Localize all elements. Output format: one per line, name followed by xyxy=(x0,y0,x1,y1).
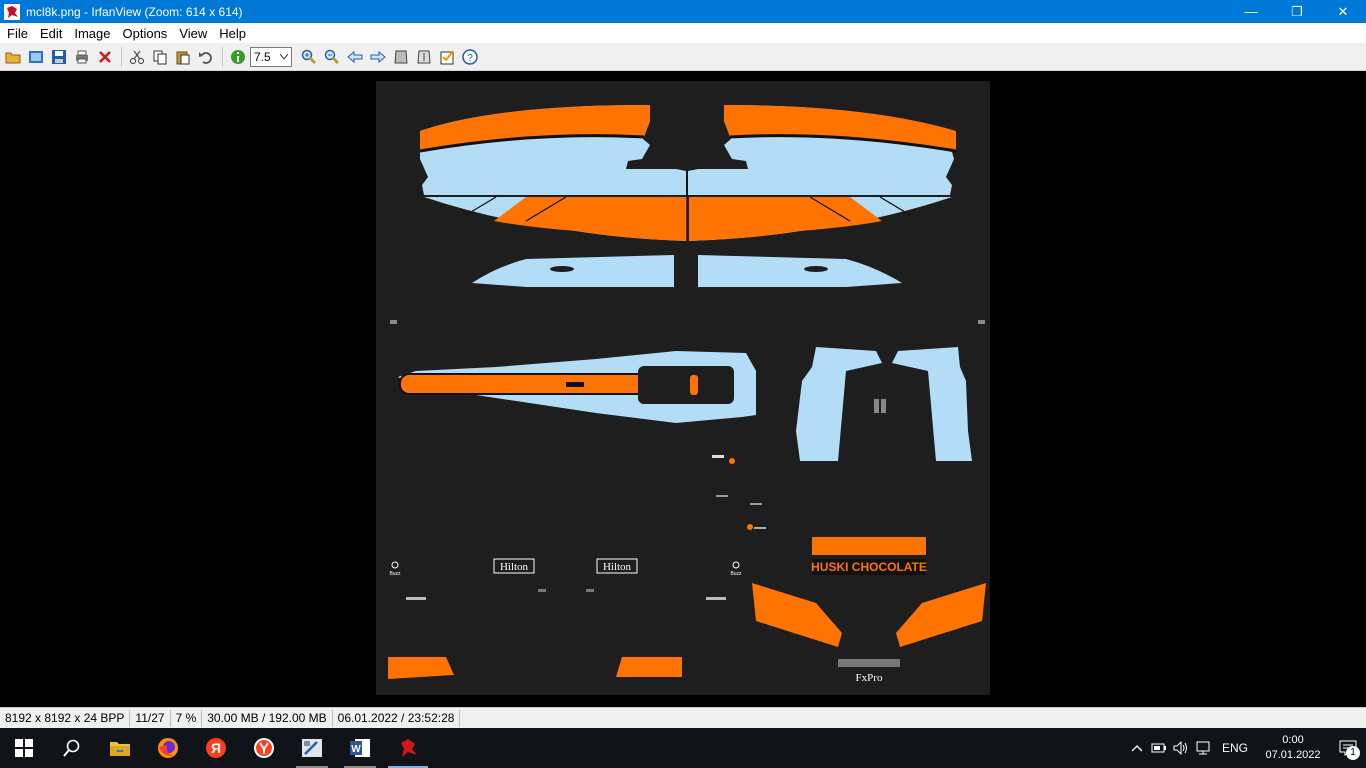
buzz-icon-1 xyxy=(391,561,399,569)
buzz-label-1: Buzz xyxy=(389,571,401,577)
svg-text:W: W xyxy=(351,744,361,755)
hilton-label-2: Hilton xyxy=(603,561,632,573)
irfanview-app-icon[interactable] xyxy=(4,3,20,20)
save-icon[interactable] xyxy=(48,46,69,68)
zoom-value: 7.5 xyxy=(254,49,271,64)
status-zoom: 7 % xyxy=(171,709,203,727)
status-datetime: 06.01.2022 / 23:52:28 xyxy=(333,709,461,727)
clock-date: 07.01.2022 xyxy=(1265,749,1321,761)
hilton-label-1: Hilton xyxy=(500,561,529,573)
zoom-select[interactable]: 7.5 xyxy=(250,46,292,67)
huski-chocolate-label: HUSKI CHOCOLATE xyxy=(811,560,927,574)
sidepod-shape xyxy=(398,351,756,423)
taskbar: Я W ENG 0:00 07.01.2022 1 xyxy=(0,728,1366,768)
status-bar: 8192 x 8192 x 24 BPP 11/27 7 % 30.00 MB … xyxy=(0,707,1366,728)
tiny-decal xyxy=(586,589,594,592)
help-icon[interactable]: ? xyxy=(459,46,480,68)
language-indicator[interactable]: ENG xyxy=(1222,741,1248,755)
marker-right xyxy=(978,320,985,324)
menu-options[interactable]: Options xyxy=(118,26,173,41)
clock[interactable]: 0:00 07.01.2022 xyxy=(1256,733,1330,763)
open-folder-icon[interactable] xyxy=(2,46,23,68)
svg-text:?: ? xyxy=(467,53,473,64)
small-decals xyxy=(712,455,766,530)
properties-icon[interactable] xyxy=(436,46,457,68)
fxpro-label: FxPro xyxy=(856,672,883,684)
volume-icon[interactable] xyxy=(1170,741,1192,755)
battery-icon[interactable] xyxy=(1148,742,1170,754)
chevron-up-icon[interactable] xyxy=(1126,744,1148,752)
irfanview-icon[interactable] xyxy=(384,728,432,768)
clock-time: 0:00 xyxy=(1282,734,1304,746)
toolbar-separator xyxy=(222,46,223,67)
tiny-decal xyxy=(706,597,726,600)
network-icon[interactable] xyxy=(1192,741,1214,755)
livery-texture-drawing: HUSKI CHOCOLATE Hilton Hilton Buzz Buzz xyxy=(388,105,986,684)
paste-icon[interactable] xyxy=(172,46,193,68)
status-index: 11/27 xyxy=(130,709,171,727)
window-title: mcl8k.png - IrfanView (Zoom: 614 x 614) xyxy=(26,4,243,19)
tiny-decal xyxy=(406,597,426,600)
marker-left xyxy=(390,320,397,324)
print-icon[interactable] xyxy=(71,46,92,68)
delete-icon[interactable] xyxy=(94,46,115,68)
cut-icon[interactable] xyxy=(126,46,147,68)
chevron-down-icon xyxy=(280,53,288,60)
start-icon[interactable] xyxy=(0,728,48,768)
engine-cover-shape xyxy=(796,347,972,461)
menu-view[interactable]: View xyxy=(174,26,212,41)
thumbnails-icon[interactable] xyxy=(25,46,46,68)
zoom-out-icon[interactable] xyxy=(321,46,342,68)
toolbar-separator xyxy=(121,46,122,67)
last-icon[interactable] xyxy=(413,46,434,68)
undo-icon[interactable] xyxy=(195,46,216,68)
yandex-browser-icon[interactable] xyxy=(240,728,288,768)
menu-bar: File Edit Image Options View Help xyxy=(0,23,1366,43)
system-tray: ENG 0:00 07.01.2022 1 xyxy=(1126,728,1366,768)
status-memory: 30.00 MB / 192.00 MB xyxy=(202,709,333,727)
maximize-button[interactable]: ❐ xyxy=(1274,0,1320,23)
media-app-icon[interactable] xyxy=(288,728,336,768)
buzz-label-2: Buzz xyxy=(730,571,742,577)
next-icon[interactable] xyxy=(367,46,388,68)
tiny-decal xyxy=(538,589,546,592)
notification-badge: 1 xyxy=(1346,746,1360,760)
livery-texture-image: HUSKI CHOCOLATE Hilton Hilton Buzz Buzz xyxy=(376,81,990,695)
svg-text:Я: Я xyxy=(211,740,221,756)
file-explorer-icon[interactable] xyxy=(96,728,144,768)
menu-image[interactable]: Image xyxy=(69,26,115,41)
menu-help[interactable]: Help xyxy=(214,26,251,41)
notification-center-icon[interactable]: 1 xyxy=(1330,728,1366,768)
buzz-icon-2 xyxy=(732,561,740,569)
copy-icon[interactable] xyxy=(149,46,170,68)
title-bar: mcl8k.png - IrfanView (Zoom: 614 x 614) … xyxy=(0,0,1366,23)
word-icon[interactable]: W xyxy=(336,728,384,768)
menu-edit[interactable]: Edit xyxy=(35,26,67,41)
status-dimensions: 8192 x 8192 x 24 BPP xyxy=(0,709,131,727)
rear-wing-shape xyxy=(472,255,902,287)
yandex-ya-icon[interactable]: Я xyxy=(192,728,240,768)
front-wing-shape xyxy=(419,105,957,241)
firefox-icon[interactable] xyxy=(144,728,192,768)
info-icon[interactable] xyxy=(227,46,248,68)
first-icon[interactable] xyxy=(390,46,411,68)
fxpro-bar xyxy=(838,659,900,667)
image-viewport[interactable]: HUSKI CHOCOLATE Hilton Hilton Buzz Buzz xyxy=(2,73,1364,705)
huski-orange-band xyxy=(812,537,926,555)
previous-icon[interactable] xyxy=(344,46,365,68)
toolbar: 7.5 ? xyxy=(0,43,1366,71)
minimize-button[interactable]: — xyxy=(1228,0,1274,23)
menu-file[interactable]: File xyxy=(2,26,33,41)
zoom-in-icon[interactable] xyxy=(298,46,319,68)
search-icon[interactable] xyxy=(48,728,96,768)
close-button[interactable]: ✕ xyxy=(1320,0,1366,23)
